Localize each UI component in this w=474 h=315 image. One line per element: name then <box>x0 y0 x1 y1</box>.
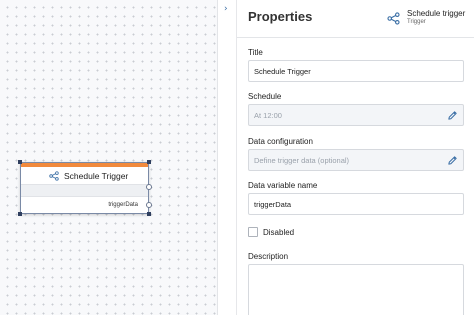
properties-panel: Properties Schedule trigger Trigger Titl… <box>236 0 474 315</box>
pencil-icon[interactable] <box>447 110 458 121</box>
panel-divider <box>237 37 474 38</box>
data-configuration-field[interactable]: Define trigger data (optional) <box>248 149 464 171</box>
chevron-right-icon[interactable]: › <box>224 4 228 14</box>
schedule-label: Schedule <box>248 92 282 101</box>
title-input-value: Schedule Trigger <box>254 66 311 76</box>
node-port-trigger-data[interactable] <box>146 202 152 208</box>
node-type-category: Trigger <box>407 19 426 25</box>
node-type-indicator: Schedule trigger Trigger <box>387 9 474 35</box>
schedule-trigger-node[interactable]: Schedule Trigger triggerData <box>18 160 152 216</box>
flow-canvas[interactable]: Schedule Trigger triggerData <box>0 0 218 315</box>
schedule-value: At 12:00 <box>254 110 282 120</box>
node-output-label: triggerData <box>108 202 138 208</box>
node-title: Schedule Trigger <box>64 170 129 181</box>
data-configuration-label: Data configuration <box>248 137 313 146</box>
schedule-field[interactable]: At 12:00 <box>248 104 464 126</box>
title-input[interactable]: Schedule Trigger <box>248 60 464 82</box>
trigger-icon <box>49 171 59 181</box>
pencil-icon[interactable] <box>447 155 458 166</box>
resize-handle-bottom-right[interactable] <box>147 212 151 216</box>
description-label: Description <box>248 252 289 261</box>
resize-handle-top-left[interactable] <box>18 160 22 164</box>
panel-title: Properties <box>248 9 313 24</box>
node-body <box>21 184 148 197</box>
node-port-main[interactable] <box>146 184 152 190</box>
resize-handle-bottom-left[interactable] <box>18 212 22 216</box>
node-header: Schedule Trigger <box>21 167 148 184</box>
resize-handle-top-right[interactable] <box>147 160 151 164</box>
disabled-checkbox[interactable] <box>248 227 258 237</box>
panel-collapse-strip: › <box>219 0 236 315</box>
data-variable-name-label: Data variable name <box>248 181 318 190</box>
title-label: Title <box>248 48 263 57</box>
data-variable-name-value: triggerData <box>254 199 292 209</box>
disabled-checkbox-label[interactable]: Disabled <box>263 228 294 237</box>
trigger-icon <box>387 12 400 25</box>
data-variable-name-input[interactable]: triggerData <box>248 193 464 215</box>
description-textarea[interactable] <box>248 264 464 315</box>
data-configuration-placeholder: Define trigger data (optional) <box>254 155 350 165</box>
node-type-name: Schedule trigger <box>407 9 466 18</box>
